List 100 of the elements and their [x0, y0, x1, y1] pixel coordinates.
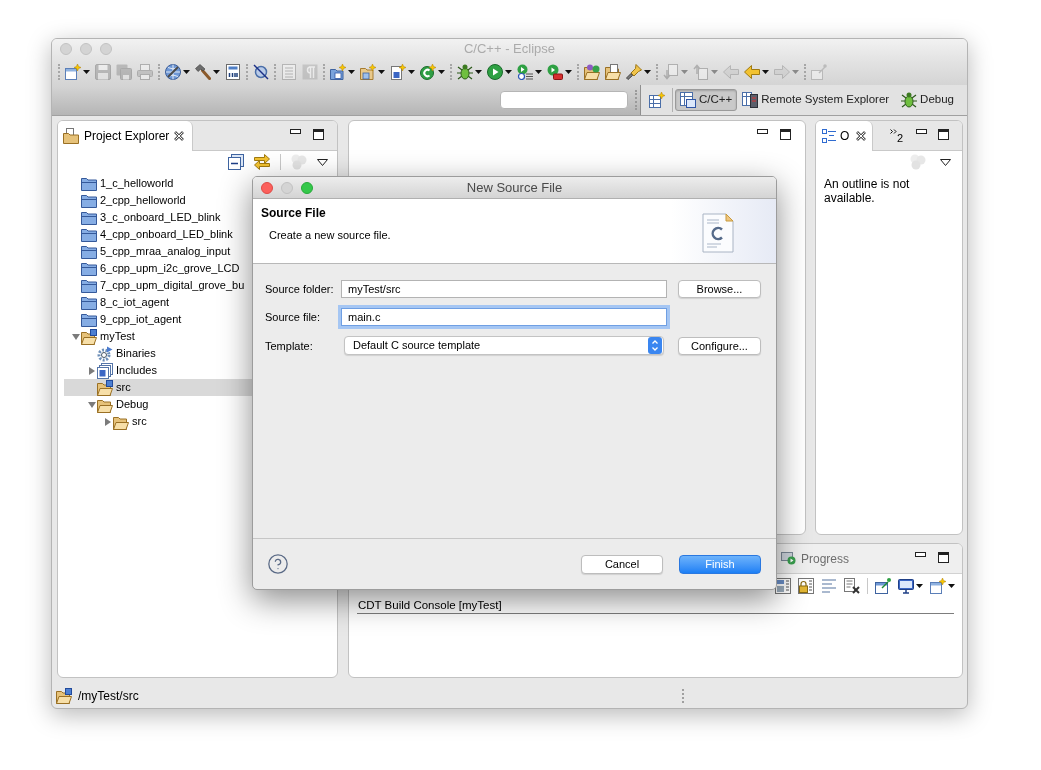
caret-icon[interactable] — [475, 70, 482, 74]
tree-item[interactable]: 4_cpp_onboard_LED_blink — [64, 226, 252, 243]
monitor-icon[interactable] — [898, 578, 914, 594]
window-pin-icon[interactable] — [875, 578, 891, 594]
tree-item[interactable]: 7_cpp_upm_digital_grove_bu — [64, 277, 252, 294]
document-icon[interactable] — [225, 64, 241, 80]
triangle-down-icon[interactable] — [88, 400, 96, 409]
view-tab[interactable]: Progress — [777, 544, 852, 573]
view-tab[interactable]: Project Explorer — [58, 121, 194, 151]
window-grid-icon[interactable] — [775, 578, 791, 594]
play-list-icon[interactable] — [517, 64, 533, 80]
text-field[interactable]: main.c — [341, 308, 667, 326]
field-button[interactable]: Browse... — [678, 280, 761, 298]
caret-icon[interactable] — [438, 70, 445, 74]
tab-overflow[interactable]: 2 — [889, 129, 903, 144]
play-icon[interactable] — [487, 64, 503, 80]
bug-icon[interactable] — [901, 92, 918, 108]
view-tab[interactable]: O — [816, 121, 874, 151]
tree-item[interactable]: 1_c_helloworld — [64, 175, 252, 192]
folder-icon — [81, 209, 97, 226]
bug-icon[interactable] — [457, 64, 473, 80]
minimize-icon[interactable] — [915, 552, 926, 557]
folder-icon — [81, 294, 97, 311]
document-cross-icon[interactable] — [844, 578, 860, 594]
dialog-button[interactable]: Cancel — [581, 554, 663, 574]
tree-item[interactable]: 8_c_iot_agent — [64, 294, 252, 311]
document-icon — [702, 213, 734, 253]
circle-sparkle-icon[interactable] — [420, 64, 436, 80]
caret-icon[interactable] — [762, 70, 769, 74]
maximize-icon[interactable] — [780, 129, 791, 140]
search-field[interactable] — [500, 91, 629, 109]
file-sparkle-icon[interactable] — [390, 64, 406, 80]
tree-item[interactable]: 9_cpp_iot_agent — [64, 311, 252, 328]
window-sparkle-icon[interactable] — [930, 578, 946, 594]
flashlight-icon[interactable] — [626, 64, 642, 80]
help-icon[interactable] — [267, 553, 289, 575]
dialog-heading: Source File — [261, 206, 327, 220]
folder-document-icon[interactable] — [605, 64, 621, 80]
hammer-icon[interactable] — [195, 64, 211, 80]
swap-arrows-icon[interactable] — [254, 154, 270, 170]
maximize-icon[interactable] — [938, 552, 949, 563]
close-icon[interactable] — [174, 131, 185, 141]
server-icon[interactable] — [742, 92, 759, 108]
box-play-icon — [780, 552, 796, 565]
window-sparkle-icon[interactable] — [65, 64, 81, 80]
tree-item[interactable]: src — [64, 413, 252, 430]
minimize-icon[interactable] — [290, 129, 301, 134]
caret-icon[interactable] — [348, 70, 355, 74]
close-icon[interactable] — [261, 181, 273, 194]
tree-item[interactable]: src — [64, 379, 252, 396]
caret-icon[interactable] — [378, 70, 385, 74]
caret-icon[interactable] — [83, 70, 90, 74]
maximize-icon[interactable] — [938, 129, 949, 140]
chevrons-right-icon[interactable] — [889, 129, 897, 134]
caret-icon[interactable] — [408, 70, 415, 74]
close-icon[interactable] — [856, 131, 867, 141]
table-sparkle-icon[interactable] — [649, 92, 666, 108]
stepper-icon[interactable] — [648, 337, 662, 354]
globe-icon[interactable] — [165, 64, 181, 80]
caret-icon[interactable] — [535, 70, 542, 74]
tree-item[interactable]: Debug — [64, 396, 252, 413]
caret-icon[interactable] — [644, 70, 651, 74]
minimize-icon[interactable] — [757, 129, 768, 134]
triangle-right-icon[interactable] — [104, 417, 112, 426]
documents-icon — [97, 362, 113, 379]
caret-icon[interactable] — [183, 70, 190, 74]
folder-open-icon[interactable] — [584, 64, 600, 80]
window-badge-icon[interactable] — [680, 92, 697, 108]
dropdown-field[interactable]: Default C source template — [344, 336, 664, 355]
perspective-button[interactable]: Remote System Explorer — [740, 89, 892, 111]
tree-item[interactable]: 6_cpp_upm_i2c_grove_LCD — [64, 260, 252, 277]
caret-icon[interactable] — [505, 70, 512, 74]
caret-icon[interactable] — [213, 70, 220, 74]
tree-item[interactable]: Includes — [64, 362, 252, 379]
tree-item[interactable]: 2_cpp_helloworld — [64, 192, 252, 209]
text-field[interactable]: myTest/src — [341, 280, 667, 298]
minus-square-icon[interactable] — [228, 154, 244, 170]
caret-icon[interactable] — [948, 584, 955, 588]
tree-item[interactable]: 3_c_onboard_LED_blink — [64, 209, 252, 226]
folder-sparkle-icon[interactable] — [360, 64, 376, 80]
folder-sparkle-icon[interactable] — [330, 64, 346, 80]
tree-item[interactable]: myTest — [64, 328, 252, 345]
maximize-icon[interactable] — [313, 129, 324, 140]
field-button[interactable]: Configure... — [678, 336, 761, 355]
triangle-icon[interactable] — [940, 158, 951, 166]
perspective-button[interactable]: C/C++ — [675, 89, 738, 111]
triangle-icon[interactable] — [317, 158, 328, 166]
play-toolbox-icon[interactable] — [547, 64, 563, 80]
tree-item[interactable]: Binaries — [64, 345, 252, 362]
slashed-circle-icon[interactable] — [253, 64, 269, 80]
caret-icon[interactable] — [565, 70, 572, 74]
caret-icon[interactable] — [916, 584, 923, 588]
lock-icon[interactable] — [798, 578, 814, 594]
triangle-right-icon[interactable] — [88, 366, 96, 375]
tree-item[interactable]: 5_cpp_mraa_analog_input — [64, 243, 252, 260]
folder-icon — [81, 243, 97, 260]
minimize-icon[interactable] — [916, 129, 927, 134]
triangle-down-icon[interactable] — [72, 332, 80, 341]
perspective-button[interactable]: Debug — [899, 89, 956, 111]
status-path: /myTest/src — [78, 688, 139, 705]
